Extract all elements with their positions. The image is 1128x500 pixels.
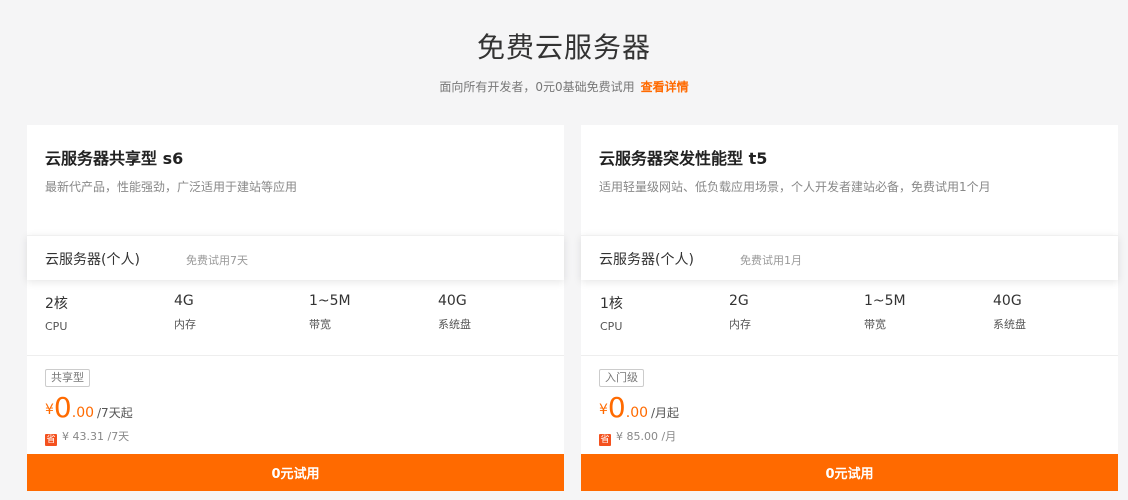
spec-cpu: 1核 CPU (600, 293, 623, 333)
spec-value: 1核 (600, 296, 623, 312)
price-decimal: .00 (625, 405, 649, 421)
plan-trial-period: 免费试用1月 (740, 254, 802, 267)
card-title: 云服务器突发性能型 t5 (599, 149, 768, 168)
spec-value: 1~5M (309, 293, 351, 309)
spec-value: 2G (729, 293, 749, 309)
price: ¥0.00/月起 (599, 391, 679, 424)
original-price: 省 ¥ 85.00 /月 (599, 428, 676, 446)
spec-label: 带宽 (864, 318, 886, 331)
price-integer: 0 (53, 391, 72, 424)
original-price: 省 ¥ 43.31 /7天 (45, 428, 129, 446)
spec-cpu: 2核 CPU (45, 293, 68, 333)
spec-system-disk: 40G 系统盘 (993, 293, 1026, 332)
price-unit: /7天起 (97, 406, 133, 420)
free-trial-button[interactable]: 0元试用 (27, 454, 564, 491)
spec-memory: 4G 内存 (174, 293, 196, 332)
spec-label: CPU (45, 320, 68, 333)
product-card-t5: 云服务器突发性能型 t5 适用轻量级网站、低负载应用场景，个人开发者建站必备，免… (581, 125, 1118, 491)
free-trial-button[interactable]: 0元试用 (581, 454, 1118, 491)
spec-label: CPU (600, 320, 623, 333)
spec-value: 40G (438, 293, 467, 309)
plan-trial-period: 免费试用7天 (186, 254, 248, 267)
spec-label: 系统盘 (438, 318, 471, 331)
view-details-link[interactable]: 查看详情 (641, 80, 689, 94)
product-card-s6: 云服务器共享型 s6 最新代产品，性能强劲，广泛适用于建站等应用 云服务器(个人… (27, 125, 564, 491)
subtitle-text: 面向所有开发者，0元0基础免费试用 (439, 80, 635, 94)
price-unit: /月起 (651, 406, 680, 420)
spec-list: 1核 CPU 2G 内存 1~5M 带宽 40G 系统盘 (581, 290, 1118, 352)
tier-tag: 共享型 (45, 369, 90, 387)
price-integer: 0 (607, 391, 626, 424)
spec-system-disk: 40G 系统盘 (438, 293, 471, 332)
spec-label: 系统盘 (993, 318, 1026, 331)
plan-bar[interactable]: 云服务器(个人) 免费试用1月 (581, 235, 1118, 280)
spec-label: 内存 (729, 318, 751, 331)
page-title: 免费云服务器 (476, 31, 651, 64)
price-decimal: .00 (71, 405, 95, 421)
spec-label: 带宽 (309, 318, 331, 331)
savings-icon: 省 (599, 434, 611, 446)
price: ¥0.00/7天起 (45, 391, 133, 424)
card-description: 最新代产品，性能强劲，广泛适用于建站等应用 (45, 180, 298, 194)
original-price-text: ¥ 43.31 /7天 (62, 430, 130, 443)
page-subtitle: 面向所有开发者，0元0基础免费试用 查看详情 (0, 78, 1128, 95)
spec-list: 2核 CPU 4G 内存 1~5M 带宽 40G 系统盘 (27, 290, 564, 352)
card-title: 云服务器共享型 s6 (45, 149, 184, 168)
spec-value: 4G (174, 293, 194, 309)
card-description: 适用轻量级网站、低负载应用场景，个人开发者建站必备，免费试用1个月 (599, 180, 991, 194)
spec-label: 内存 (174, 318, 196, 331)
price-currency: ¥ (599, 402, 608, 418)
divider (581, 355, 1118, 356)
plan-bar[interactable]: 云服务器(个人) 免费试用7天 (27, 235, 564, 280)
spec-value: 2核 (45, 296, 68, 312)
original-price-text: ¥ 85.00 /月 (616, 430, 677, 443)
plan-name: 云服务器(个人) (45, 252, 140, 268)
plan-name: 云服务器(个人) (599, 252, 694, 268)
spec-memory: 2G 内存 (729, 293, 751, 332)
price-currency: ¥ (45, 402, 54, 418)
spec-value: 1~5M (864, 293, 906, 309)
spec-bandwidth: 1~5M 带宽 (864, 293, 906, 332)
divider (27, 355, 564, 356)
tier-tag: 入门级 (599, 369, 644, 387)
spec-bandwidth: 1~5M 带宽 (309, 293, 351, 332)
spec-value: 40G (993, 293, 1022, 309)
savings-icon: 省 (45, 434, 57, 446)
